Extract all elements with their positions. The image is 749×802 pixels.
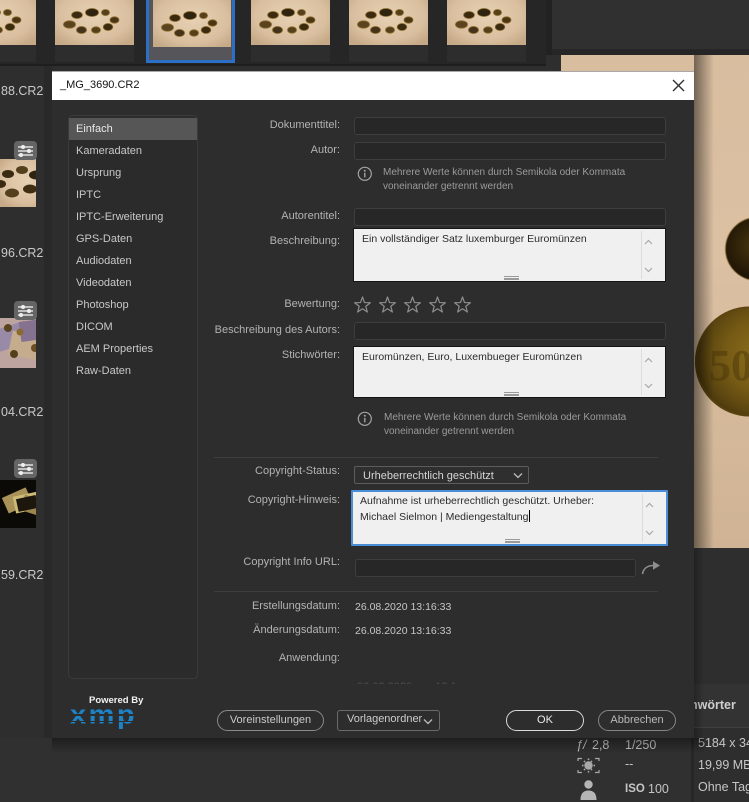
svg-text:50: 50 [709,341,749,390]
